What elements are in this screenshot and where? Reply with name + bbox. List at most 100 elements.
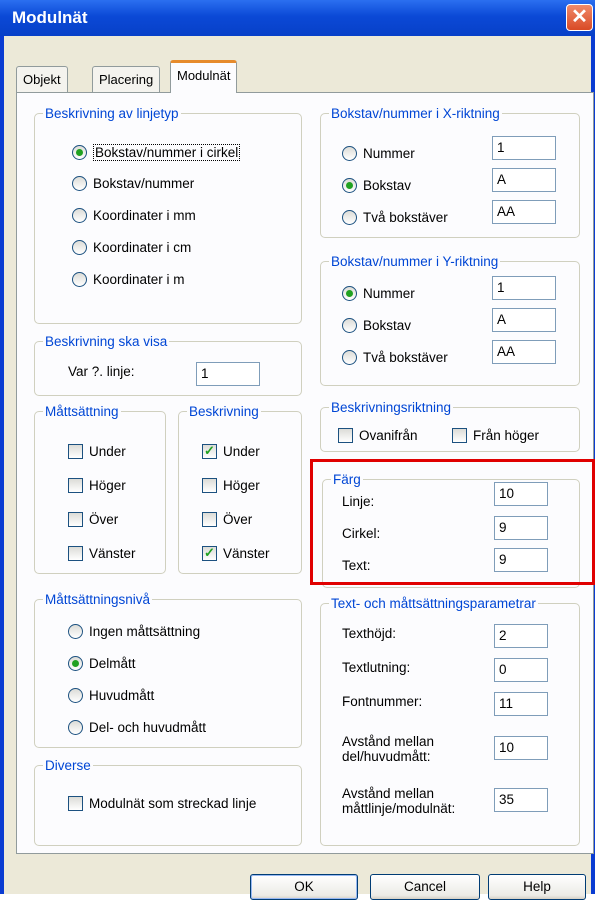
var-linje-input[interactable]: 1 — [196, 362, 260, 386]
radio-koordinater-cm[interactable]: Koordinater i cm — [72, 240, 191, 255]
radio-icon — [342, 350, 357, 365]
cancel-button[interactable]: Cancel — [370, 874, 480, 900]
checkbox-besk-over[interactable]: Över — [202, 512, 252, 527]
radio-label: Nummer — [363, 286, 415, 301]
radio-icon — [342, 146, 357, 161]
radio-icon — [72, 176, 87, 191]
textlutning-input[interactable]: 0 — [494, 658, 548, 682]
group-legend: Måttsättning — [45, 404, 119, 419]
title-bar[interactable]: Modulnät ✕ — [0, 0, 595, 36]
radio-icon — [68, 624, 83, 639]
avstand-del-huvudmatt-input[interactable]: 10 — [494, 736, 548, 760]
radio-y-tva-bokstaver[interactable]: Två bokstäver — [342, 350, 448, 365]
checkbox-icon — [68, 546, 83, 561]
radio-bokstav-nummer[interactable]: Bokstav/nummer — [72, 176, 194, 191]
checkbox-icon — [68, 478, 83, 493]
radio-label: Bokstav/nummer i cirkel — [93, 144, 241, 161]
radio-del-och-huvudmatt[interactable]: Del- och huvudmått — [68, 720, 206, 735]
group-legend: Beskrivningsriktning — [331, 400, 452, 415]
radio-huvudmatt[interactable]: Huvudmått — [68, 688, 154, 703]
checkbox-icon — [202, 478, 217, 493]
checkbox-matt-over[interactable]: Över — [68, 512, 118, 527]
checkbox-label: Ovanifrån — [359, 428, 418, 443]
radio-label: Ingen måttsättning — [89, 624, 201, 639]
radio-label: Två bokstäver — [363, 210, 448, 225]
checkbox-label: Höger — [223, 478, 260, 493]
avstand-mattlinje-modulnat-input[interactable]: 35 — [494, 788, 548, 812]
checkbox-ovanifran[interactable]: Ovanifrån — [338, 428, 418, 443]
close-icon: ✕ — [571, 6, 588, 28]
tab-modulnat[interactable]: Modulnät — [170, 60, 238, 93]
radio-label: Delmått — [89, 656, 136, 671]
radio-y-nummer[interactable]: Nummer — [342, 286, 415, 301]
radio-label: Två bokstäver — [363, 350, 448, 365]
radio-koordinater-mm[interactable]: Koordinater i mm — [72, 208, 196, 223]
group-legend: Beskrivning ska visa — [45, 334, 168, 349]
tab-placering[interactable]: Placering — [92, 66, 161, 92]
checkbox-besk-under[interactable]: ✓ Under — [202, 444, 260, 459]
texthojd-input[interactable]: 2 — [494, 624, 548, 648]
radio-label: Bokstav — [363, 318, 412, 333]
fontnummer-label: Fontnummer: — [342, 694, 423, 709]
radio-delmatt[interactable]: Delmått — [68, 656, 136, 671]
checkbox-icon — [68, 444, 83, 459]
radio-label: Huvudmått — [89, 688, 155, 703]
check-mark-icon: ✓ — [202, 546, 217, 561]
radio-label: Koordinater i m — [93, 272, 185, 287]
checkbox-icon — [452, 428, 467, 443]
checkbox-icon — [68, 512, 83, 527]
checkbox-besk-vanster[interactable]: ✓ Vänster — [202, 546, 270, 561]
radio-label: Koordinater i mm — [93, 208, 196, 223]
radio-x-tva-bokstaver[interactable]: Två bokstäver — [342, 210, 448, 225]
checkbox-label: Från höger — [473, 428, 540, 443]
radio-ingen-mattsattning[interactable]: Ingen måttsättning — [68, 624, 200, 639]
checkbox-label: Över — [89, 512, 119, 527]
radio-icon — [68, 720, 83, 735]
radio-x-nummer[interactable]: Nummer — [342, 146, 415, 161]
checkbox-matt-hoger[interactable]: Höger — [68, 478, 126, 493]
checkbox-matt-vanster[interactable]: Vänster — [68, 546, 136, 561]
checkbox-fran-hoger[interactable]: Från höger — [452, 428, 539, 443]
x-bokstav-input[interactable]: A — [492, 168, 556, 192]
checkbox-label: Över — [223, 512, 253, 527]
ok-button[interactable]: OK — [250, 874, 358, 900]
dialog-window: Modulnät ✕ Objekt Placering Modulnät Bes… — [0, 0, 595, 900]
group-legend: Bokstav/nummer i X-riktning — [331, 106, 500, 121]
checkbox-streckad-linje[interactable]: Modulnät som streckad linje — [68, 796, 256, 811]
checkbox-label: Vänster — [223, 546, 270, 561]
checkbox-matt-under[interactable]: Under — [68, 444, 126, 459]
close-button[interactable]: ✕ — [566, 4, 593, 31]
x-tva-bokstaver-input[interactable]: AA — [492, 200, 556, 224]
tab-objekt[interactable]: Objekt — [16, 66, 68, 92]
textlutning-label: Textlutning: — [342, 660, 411, 675]
checkbox-label: Under — [223, 444, 260, 459]
x-nummer-input[interactable]: 1 — [492, 136, 556, 160]
y-nummer-input[interactable]: 1 — [492, 276, 556, 300]
radio-icon — [342, 210, 357, 225]
fontnummer-input[interactable]: 11 — [494, 692, 548, 716]
radio-selected-icon — [72, 145, 87, 160]
radio-selected-icon — [342, 286, 357, 301]
group-beskrivningsriktning: Beskrivningsriktning — [320, 400, 580, 452]
radio-icon — [72, 272, 87, 287]
checkbox-besk-hoger[interactable]: Höger — [202, 478, 260, 493]
y-tva-bokstaver-input[interactable]: AA — [492, 340, 556, 364]
group-legend: Beskrivning av linjetyp — [45, 106, 179, 121]
avstand-mattlinje-modulnat-label: Avstånd mellan måttlinje/modulnät: — [342, 786, 456, 816]
radio-koordinater-m[interactable]: Koordinater i m — [72, 272, 185, 287]
checkbox-label: Höger — [89, 478, 126, 493]
check-mark-icon: ✓ — [202, 444, 217, 459]
help-button[interactable]: Help — [488, 874, 586, 900]
y-bokstav-input[interactable]: A — [492, 308, 556, 332]
radio-selected-icon — [68, 656, 83, 671]
highlight-box — [310, 459, 595, 585]
checkbox-label: Under — [89, 444, 126, 459]
radio-bokstav-nummer-cirkel[interactable]: Bokstav/nummer i cirkel — [72, 144, 241, 161]
radio-icon — [72, 208, 87, 223]
radio-x-bokstav[interactable]: Bokstav — [342, 178, 411, 193]
radio-label: Bokstav — [363, 178, 412, 193]
group-legend: Beskrivning — [189, 404, 259, 419]
radio-y-bokstav[interactable]: Bokstav — [342, 318, 411, 333]
group-legend: Måttsättningsnivå — [45, 592, 151, 607]
radio-label: Bokstav/nummer — [93, 176, 195, 191]
